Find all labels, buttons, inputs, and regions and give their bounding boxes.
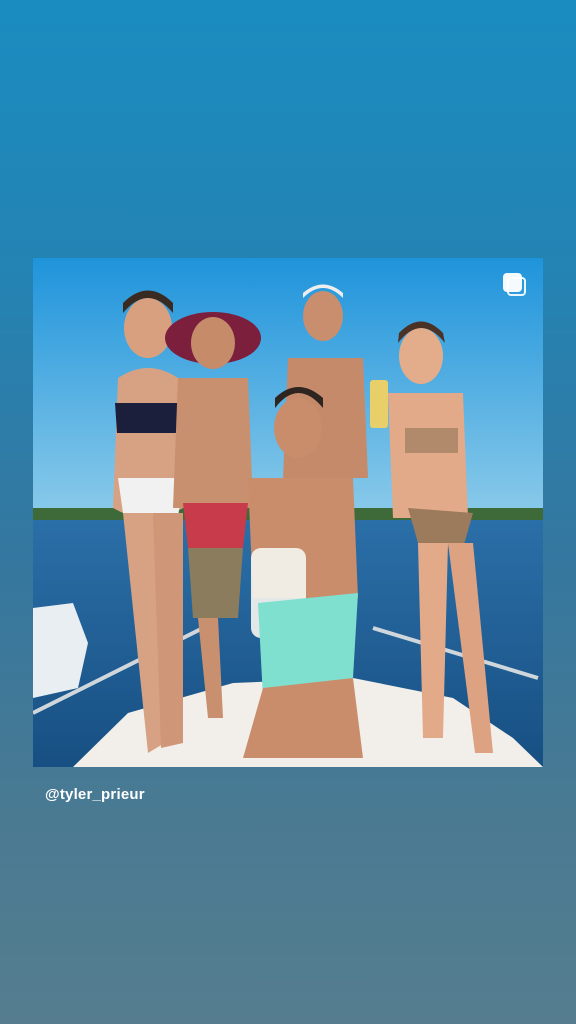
shared-post-photo[interactable] <box>33 258 543 767</box>
story-canvas: @tyler_prieur <box>0 0 576 1024</box>
group-photo-on-boat <box>33 258 543 767</box>
multiple-photos-icon <box>503 273 527 297</box>
username-mention[interactable]: @tyler_prieur <box>45 786 145 803</box>
